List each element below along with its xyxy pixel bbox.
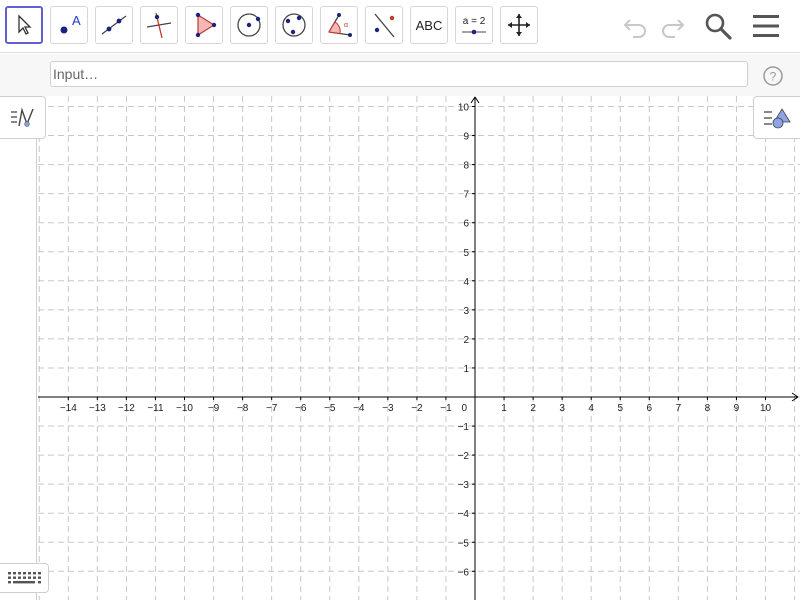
- search-icon: [705, 13, 732, 40]
- redo-button[interactable]: [654, 8, 690, 44]
- x-tick-label: −9: [208, 403, 220, 414]
- y-tick-label: 5: [463, 248, 469, 259]
- x-tick-label: −5: [324, 403, 336, 414]
- y-tick-label: −6: [458, 567, 470, 578]
- algebra-view-icon: [10, 106, 34, 127]
- y-tick-label: 8: [463, 161, 469, 172]
- y-tick-label: −3: [458, 480, 470, 491]
- grid: [38, 96, 800, 600]
- x-tick-label: 3: [559, 403, 565, 414]
- circle-three-points-tool-button[interactable]: [275, 6, 313, 44]
- algebra-view-collapsed: [0, 96, 37, 600]
- hamburger-menu-icon: [753, 15, 779, 37]
- y-tick-label: 10: [458, 103, 470, 114]
- x-tick-label: −7: [266, 403, 278, 414]
- angle-tool-button[interactable]: α: [320, 6, 358, 44]
- y-tick-label: 4: [463, 277, 469, 288]
- undo-button[interactable]: [618, 8, 654, 44]
- reflect-about-line-icon: [374, 13, 395, 38]
- y-tick-label: 9: [463, 132, 469, 143]
- polygon-icon: [195, 12, 217, 38]
- redo-icon: [662, 19, 685, 38]
- circle-center-point-icon: [237, 13, 261, 37]
- y-tick-label: −1: [458, 422, 470, 433]
- x-tick-label: −14: [60, 403, 77, 414]
- angle-icon: α: [328, 13, 352, 37]
- undo-icon: [623, 19, 646, 38]
- polygon-tool-button[interactable]: [185, 6, 223, 44]
- slider-icon: a = 2: [461, 16, 487, 35]
- y-tick-label: 1: [463, 364, 469, 375]
- text-tool-button[interactable]: ABC: [410, 6, 448, 44]
- slider-label: a = 2: [462, 15, 486, 27]
- reflect-tool-button[interactable]: [365, 6, 403, 44]
- svg-text:α: α: [344, 22, 348, 29]
- x-tick-label: −13: [89, 403, 106, 414]
- slider-tool-button[interactable]: a = 2: [455, 6, 493, 44]
- input-bar: [0, 54, 800, 96]
- style-bar-icon: [764, 107, 791, 128]
- move-graphics-view-tool-button[interactable]: [500, 6, 538, 44]
- circle-tool-button[interactable]: [230, 6, 268, 44]
- x-tick-label: −8: [237, 403, 249, 414]
- help-icon[interactable]: ?: [762, 65, 784, 87]
- circle-three-points-icon: [282, 13, 306, 37]
- x-tick-label: 7: [676, 403, 682, 414]
- move-tool-button[interactable]: [5, 6, 43, 44]
- y-tick-label: 7: [463, 190, 469, 201]
- x-tick-label: −12: [118, 403, 135, 414]
- x-tick-label: −3: [382, 403, 394, 414]
- x-tick-label: 10: [760, 403, 772, 414]
- y-tick-label: −2: [458, 451, 470, 462]
- x-tick-label: −6: [295, 403, 307, 414]
- move-arrows-icon: [508, 14, 530, 36]
- toolbar: A α ABC a = 2: [0, 0, 800, 53]
- search-button[interactable]: [700, 8, 736, 44]
- axes: [38, 96, 799, 600]
- svg-text:?: ?: [770, 70, 777, 84]
- algebra-view-toggle[interactable]: [0, 96, 46, 139]
- point-icon: A: [60, 13, 81, 34]
- x-tick-label: 5: [617, 403, 623, 414]
- y-tick-label: 6: [463, 219, 469, 230]
- line-tool-button[interactable]: [95, 6, 133, 44]
- y-tick-label: 2: [463, 335, 469, 346]
- keyboard-toggle[interactable]: [0, 563, 49, 593]
- graphics-view[interactable]: −14 −13 −12 −11 −10 −9 −8 −7 −6 −5 −4 −3 −2 −1 1 2 3 4 5 6 7…: [0, 96, 800, 600]
- x-tick-label: −2: [411, 403, 423, 414]
- x-tick-label: 9: [734, 403, 740, 414]
- x-tick-label: −1: [440, 403, 452, 414]
- x-tick-label: −11: [147, 403, 164, 414]
- perpendicular-line-icon: [146, 12, 172, 39]
- input-field[interactable]: [50, 61, 748, 87]
- tick-labels: −14 −13 −12 −11 −10 −9 −8 −7 −6 −5 −4 −3 −2 −1 1 2 3 4 5 6 7…: [60, 103, 772, 579]
- y-tick-label: 3: [463, 306, 469, 317]
- x-tick-label: 4: [588, 403, 594, 414]
- x-tick-label: 1: [501, 403, 507, 414]
- x-tick-label: 2: [530, 403, 536, 414]
- svg-text:A: A: [72, 13, 81, 28]
- x-tick-label: 6: [647, 403, 653, 414]
- x-tick-label: −10: [176, 403, 193, 414]
- point-tool-button[interactable]: A: [50, 6, 88, 44]
- y-tick-label: −5: [458, 538, 470, 549]
- menu-button[interactable]: [748, 8, 784, 44]
- y-tick-label: −4: [458, 509, 470, 520]
- style-bar-toggle[interactable]: [753, 96, 800, 139]
- x-tick-label: −4: [353, 403, 365, 414]
- line-icon: [101, 15, 127, 35]
- perpendicular-line-tool-button[interactable]: [140, 6, 178, 44]
- x-tick-label: 8: [705, 403, 711, 414]
- text-icon: ABC: [415, 17, 443, 33]
- keyboard-icon: [8, 572, 41, 584]
- origin-label: 0: [461, 403, 467, 414]
- cursor-arrow-icon: [18, 14, 32, 35]
